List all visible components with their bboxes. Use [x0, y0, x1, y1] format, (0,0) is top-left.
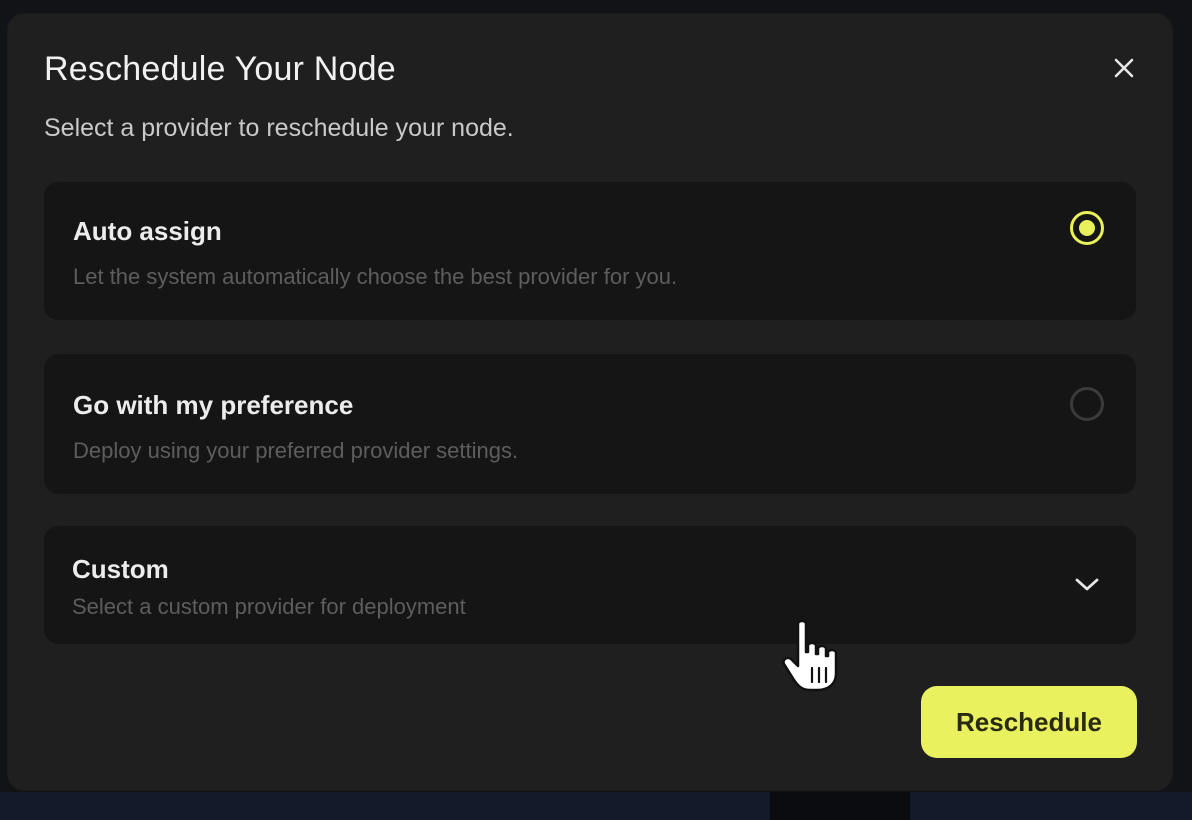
background-shadow	[770, 792, 910, 820]
reschedule-dialog: Reschedule Your Node Select a provider t…	[8, 14, 1172, 790]
option-auto-assign[interactable]: Auto assign Let the system automatically…	[44, 182, 1136, 320]
option-description: Select a custom provider for deployment	[72, 594, 466, 619]
hand-pointer-cursor-icon	[782, 619, 838, 692]
reschedule-button[interactable]: Reschedule	[921, 686, 1137, 758]
option-title: Auto assign	[73, 216, 222, 246]
close-icon	[1114, 58, 1134, 78]
radio-auto-assign-selected[interactable]	[1070, 211, 1104, 245]
radio-go-with-preference[interactable]	[1070, 387, 1104, 421]
close-button[interactable]	[1106, 50, 1142, 86]
custom-expand-button[interactable]	[1070, 570, 1104, 600]
dialog-title: Reschedule Your Node	[44, 50, 396, 88]
chevron-down-icon	[1075, 578, 1099, 591]
option-description: Let the system automatically choose the …	[73, 264, 678, 289]
dialog-subtitle: Select a provider to reschedule your nod…	[44, 114, 514, 142]
option-description: Deploy using your preferred provider set…	[73, 438, 519, 463]
background-page-strip	[0, 792, 1192, 820]
option-title: Custom	[72, 554, 169, 584]
radio-dot	[1079, 220, 1095, 236]
option-custom[interactable]: Custom Select a custom provider for depl…	[44, 526, 1136, 644]
option-title: Go with my preference	[73, 390, 354, 420]
option-go-with-preference[interactable]: Go with my preference Deploy using your …	[44, 354, 1136, 494]
